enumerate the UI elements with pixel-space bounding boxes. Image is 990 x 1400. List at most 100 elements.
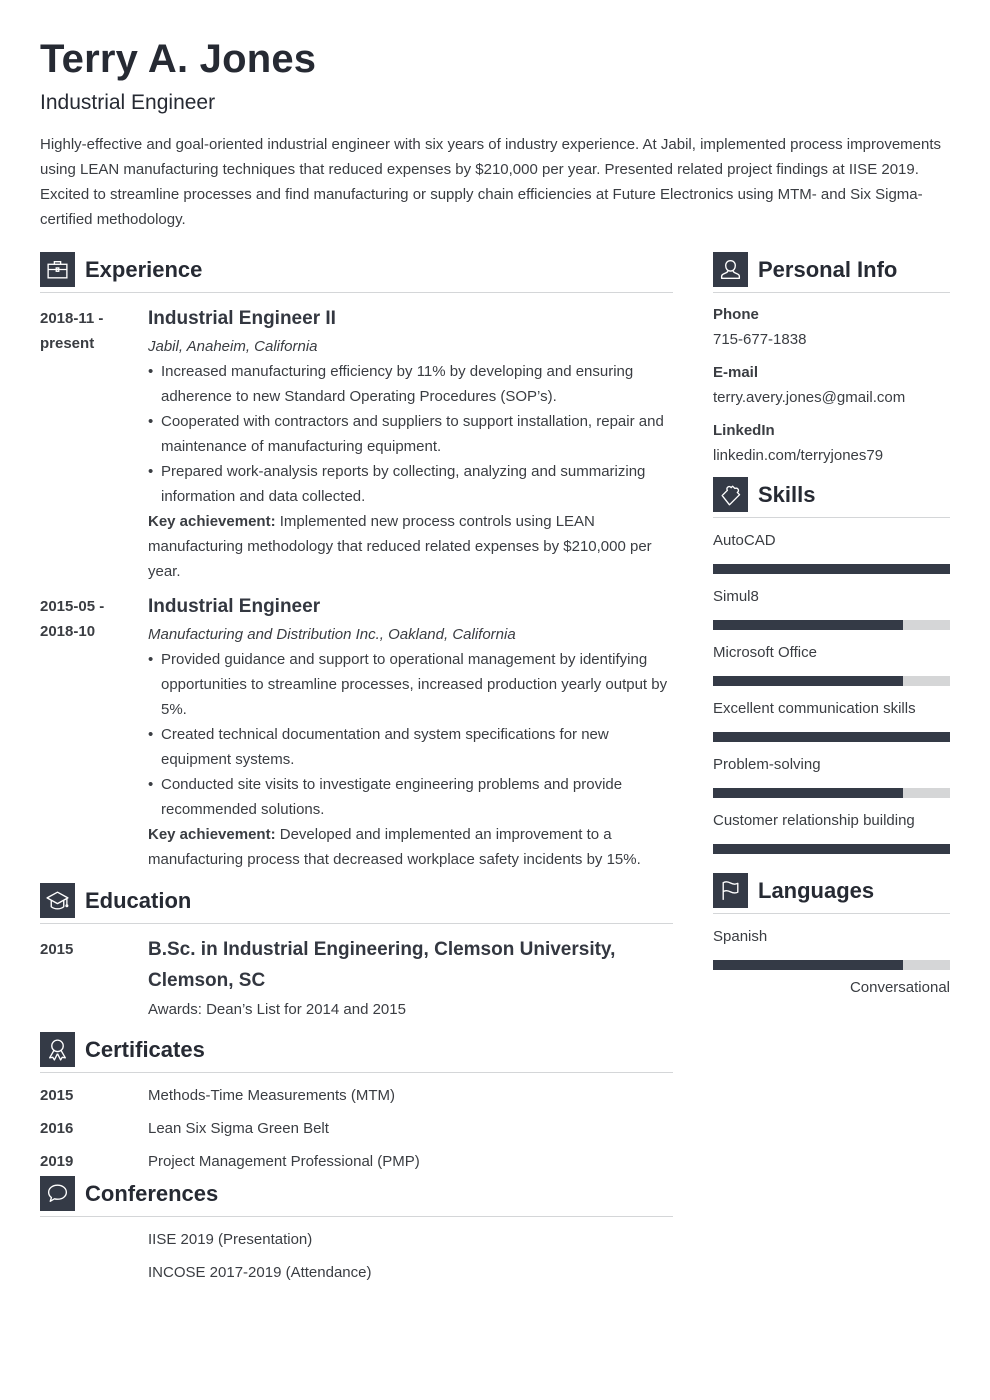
entry-body: Industrial Engineer II Jabil, Anaheim, C… [148, 306, 673, 584]
skill-level-fill [713, 788, 903, 798]
certificate-name: Lean Six Sigma Green Belt [148, 1120, 329, 1137]
skill-name: Simul8 [713, 588, 759, 605]
experience-entry: 2015-05 - 2018-10 Industrial Engineer Ma… [40, 594, 673, 872]
puzzle-piece-icon [713, 477, 748, 512]
skill-name: Problem-solving [713, 756, 821, 773]
certificate-year: 2015 [40, 1087, 74, 1104]
section-title: Personal Info [758, 257, 898, 282]
candidate-name: Terry A. Jones [40, 37, 317, 81]
skills-section: Skills AutoCAD Simul8 Microsoft Office E… [713, 477, 950, 854]
linkedin-value: linkedin.com/terryjones79 [713, 447, 884, 464]
certificate-name: Methods-Time Measurements (MTM) [148, 1087, 395, 1104]
experience-entry: 2018-11 - present Industrial Engineer II… [40, 306, 673, 584]
experience-section: Experience 2018-11 - present Industrial … [40, 252, 673, 872]
skill-level-fill [713, 844, 950, 854]
conference-name: INCOSE 2017-2019 (Attendance) [148, 1264, 372, 1281]
entry-body: Industrial Engineer Manufacturing and Di… [148, 594, 673, 872]
skill-level-fill [713, 620, 903, 630]
section-title: Conferences [85, 1181, 219, 1206]
skills-list: AutoCAD Simul8 Microsoft Office Excellen… [713, 531, 950, 854]
date-start: 2015-05 - [40, 598, 105, 615]
job-company: Manufacturing and Distribution Inc., Oak… [148, 626, 516, 643]
section-title: Languages [758, 878, 875, 903]
languages-section: Languages Spanish Conversational [713, 873, 950, 998]
bullet-item: Prepared work-analysis reports by collec… [148, 459, 673, 509]
language-item: Spanish Conversational [713, 927, 950, 998]
certificate-year: 2016 [40, 1120, 74, 1137]
entry-date: 2018-11 - present [40, 306, 140, 356]
key-achievement: Key achievement: Developed and implement… [148, 822, 673, 872]
job-company: Jabil, Anaheim, California [148, 338, 318, 355]
job-bullets: Increased manufacturing efficiency by 11… [148, 359, 673, 509]
skill-item: Problem-solving [713, 755, 950, 798]
briefcase-icon [40, 252, 75, 287]
award-ribbon-icon [40, 1032, 75, 1067]
flag-icon [713, 873, 748, 908]
summary-paragraph: Highly-effective and goal-oriented indus… [40, 136, 942, 228]
date-end: 2018-10 [40, 623, 96, 640]
bullet-item: Conducted site visits to investigate eng… [148, 772, 673, 822]
personal-info-fields: Phone 715-677-1838 E-mail terry.avery.jo… [713, 305, 950, 466]
candidate-title: Industrial Engineer [40, 91, 216, 114]
education-entry: 2015 B.Sc. in Industrial Engineering, Cl… [40, 934, 673, 1022]
skill-level-bar [713, 676, 950, 686]
date-start: 2018-11 - [40, 310, 104, 327]
section-header: Personal Info [713, 252, 950, 293]
language-level-fill [713, 960, 903, 970]
section-header: Certificates [40, 1032, 673, 1073]
key-achievement-label: Key achievement: [148, 826, 276, 843]
conference-row: IISE 2019 (Presentation) [40, 1230, 673, 1263]
key-achievement-label: Key achievement: [148, 513, 276, 530]
key-achievement: Key achievement: Implemented new process… [148, 509, 673, 584]
skill-level-bar [713, 732, 950, 742]
skill-item: Simul8 [713, 587, 950, 630]
education-degree: B.Sc. in Industrial Engineering, Clemson… [148, 939, 616, 991]
email-value: terry.avery.jones@gmail.com [713, 389, 906, 406]
skill-item: Microsoft Office [713, 643, 950, 686]
bullet-item: Created technical documentation and syst… [148, 722, 673, 772]
date-end: present [40, 335, 95, 352]
left-column: Experience 2018-11 - present Industrial … [40, 252, 673, 1296]
certificate-row: 2015 Methods-Time Measurements (MTM) [40, 1086, 673, 1119]
email-label: E-mail [713, 364, 759, 381]
conferences-section: Conferences IISE 2019 (Presentation) INC… [40, 1176, 673, 1296]
job-bullets: Provided guidance and support to operati… [148, 647, 673, 822]
education-year: 2015 [40, 941, 74, 958]
job-role: Industrial Engineer [148, 596, 321, 617]
section-header: Languages [713, 873, 950, 914]
section-header: Conferences [40, 1176, 673, 1217]
certificate-name: Project Management Professional (PMP) [148, 1153, 420, 1170]
education-section: Education 2015 B.Sc. in Industrial Engin… [40, 883, 673, 1022]
skill-item: Excellent communication skills [713, 699, 950, 742]
skill-name: AutoCAD [713, 532, 776, 549]
entry-date: 2015-05 - 2018-10 [40, 594, 140, 644]
conferences-list: IISE 2019 (Presentation) INCOSE 2017-201… [40, 1230, 673, 1296]
skill-level-bar [713, 844, 950, 854]
certificates-section: Certificates 2015 Methods-Time Measureme… [40, 1032, 673, 1185]
skill-name: Customer relationship building [713, 812, 915, 829]
language-level-bar [713, 960, 950, 970]
bullet-item: Provided guidance and support to operati… [148, 647, 673, 722]
phone-value: 715-677-1838 [713, 331, 807, 348]
skill-name: Microsoft Office [713, 644, 817, 661]
speech-bubble-icon [40, 1176, 75, 1211]
section-title: Education [85, 888, 192, 913]
linkedin-label: LinkedIn [713, 422, 775, 439]
skill-level-fill [713, 564, 950, 574]
section-title: Skills [758, 482, 816, 507]
section-header: Experience [40, 252, 673, 293]
section-header: Education [40, 883, 673, 924]
certificate-year: 2019 [40, 1153, 74, 1170]
section-title: Certificates [85, 1037, 205, 1062]
skill-level-bar [713, 788, 950, 798]
entry-body: B.Sc. in Industrial Engineering, Clemson… [148, 934, 673, 1022]
skill-level-bar [713, 564, 950, 574]
section-header: Skills [713, 477, 950, 518]
skill-level-fill [713, 732, 950, 742]
skill-level-bar [713, 620, 950, 630]
skill-level-fill [713, 676, 903, 686]
user-icon [713, 252, 748, 287]
conference-row: INCOSE 2017-2019 (Attendance) [40, 1263, 673, 1296]
section-title: Experience [85, 257, 203, 282]
personal-info-section: Personal Info Phone 715-677-1838 E-mail … [713, 252, 950, 466]
